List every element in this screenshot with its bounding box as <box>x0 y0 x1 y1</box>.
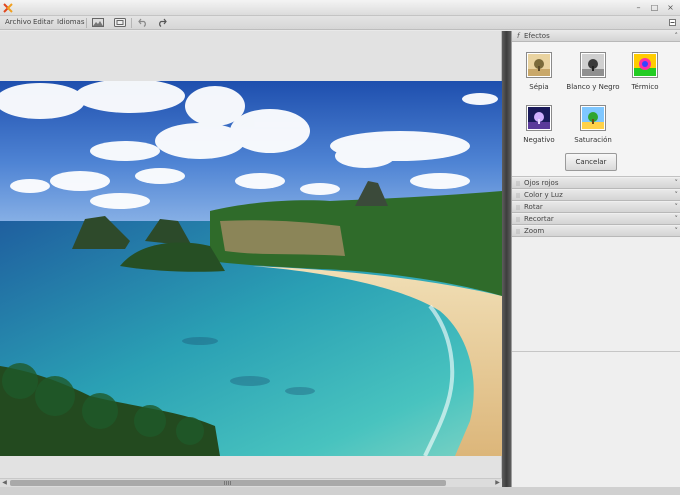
status-strip <box>0 487 680 495</box>
collapse-toolbar-icon[interactable] <box>669 19 676 26</box>
menu-idiomas[interactable]: Idiomas <box>57 18 85 26</box>
effect-sepia-label: Sépia <box>529 83 549 91</box>
black-white-thumbnail-icon[interactable] <box>580 52 606 78</box>
scroll-thumb[interactable] <box>10 480 446 486</box>
section-rotar[interactable]: Rotar ˅ <box>512 202 680 213</box>
section-ojos-rojos[interactable]: Ojos rojos ˅ <box>512 178 680 189</box>
maximize-button[interactable]: □ <box>649 2 660 13</box>
section-efectos[interactable]: f Efectos ˄ <box>512 31 680 42</box>
section-rotar-label: Rotar <box>524 203 543 211</box>
section-recortar-label: Recortar <box>524 215 554 223</box>
tools-panel: f Efectos ˄ Sépia Blanco y Negro Térmico <box>511 31 680 487</box>
image-canvas[interactable] <box>0 31 502 478</box>
panel-divider <box>512 351 680 352</box>
menu-bar: Archivo Editar Idiomas <box>0 16 680 30</box>
effect-negativo-label: Negativo <box>523 136 555 144</box>
chevron-down-icon[interactable]: ˅ <box>675 215 679 223</box>
effect-saturacion[interactable]: Saturación <box>563 105 623 144</box>
thermal-thumbnail-icon[interactable] <box>632 52 658 78</box>
sepia-thumbnail-icon[interactable] <box>526 52 552 78</box>
beach-photo <box>0 81 502 456</box>
negative-thumbnail-icon[interactable] <box>526 105 552 131</box>
close-button[interactable]: × <box>665 2 676 13</box>
grip-icon <box>516 181 520 186</box>
title-bar: – □ × <box>0 0 680 16</box>
compare-icon[interactable] <box>113 17 127 28</box>
grip-icon <box>516 217 520 222</box>
minimize-button[interactable]: – <box>633 2 644 13</box>
section-color-luz[interactable]: Color y Luz ˅ <box>512 190 680 201</box>
toolbar-separator <box>86 18 87 28</box>
panel-splitter[interactable] <box>502 31 511 487</box>
section-recortar[interactable]: Recortar ˅ <box>512 214 680 225</box>
grip-icon <box>516 229 520 234</box>
grip-icon <box>516 205 520 210</box>
menu-editar[interactable]: Editar <box>33 18 54 26</box>
undo-icon[interactable] <box>136 17 150 28</box>
redo-icon[interactable] <box>155 17 169 28</box>
horizontal-scrollbar[interactable]: ◀ ▶ <box>0 478 502 487</box>
effect-blanco-negro-label: Blanco y Negro <box>566 83 620 91</box>
grip-icon <box>516 193 520 198</box>
scroll-right-icon[interactable]: ▶ <box>493 479 502 487</box>
chevron-up-icon[interactable]: ˄ <box>675 32 679 40</box>
menu-archivo[interactable]: Archivo <box>5 18 31 26</box>
toolbar-separator <box>131 18 132 28</box>
effects-icon: f <box>517 32 520 40</box>
chevron-down-icon[interactable]: ˅ <box>675 227 679 235</box>
section-ojos-rojos-label: Ojos rojos <box>524 179 559 187</box>
section-efectos-label: Efectos <box>524 32 550 40</box>
cancel-button[interactable]: Cancelar <box>565 153 617 171</box>
app-logo-icon <box>3 3 13 13</box>
effect-blanco-negro[interactable]: Blanco y Negro <box>563 52 623 91</box>
section-zoom-label: Zoom <box>524 227 545 235</box>
saturation-thumbnail-icon[interactable] <box>580 105 606 131</box>
effects-content: Sépia Blanco y Negro Térmico Negativo Sa… <box>512 42 680 177</box>
image-icon[interactable] <box>91 17 105 28</box>
effect-sepia[interactable]: Sépia <box>509 52 569 91</box>
effect-termico[interactable]: Térmico <box>615 52 675 91</box>
chevron-down-icon[interactable]: ˅ <box>675 203 679 211</box>
effect-saturacion-label: Saturación <box>574 136 612 144</box>
chevron-down-icon[interactable]: ˅ <box>675 179 679 187</box>
scroll-left-icon[interactable]: ◀ <box>0 479 9 487</box>
section-color-luz-label: Color y Luz <box>524 191 563 199</box>
effect-negativo[interactable]: Negativo <box>509 105 569 144</box>
chevron-down-icon[interactable]: ˅ <box>675 191 679 199</box>
section-zoom[interactable]: Zoom ˅ <box>512 226 680 237</box>
scroll-grip-icon <box>224 481 232 485</box>
effect-termico-label: Térmico <box>631 83 659 91</box>
